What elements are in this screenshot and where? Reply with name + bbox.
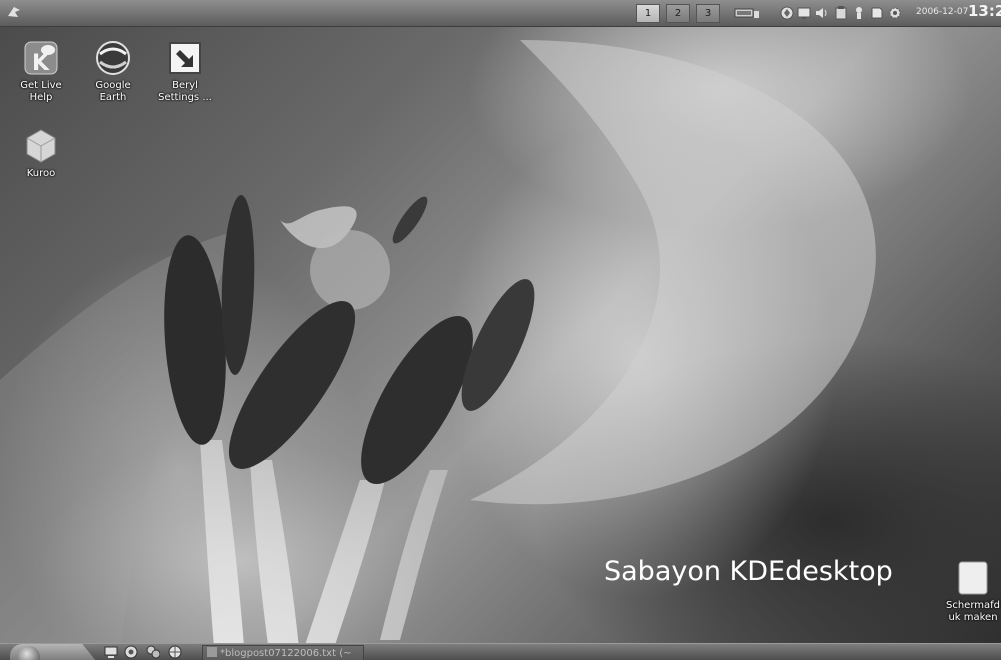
desktop-title: Sabayon KDEdesktop <box>604 556 893 587</box>
clock-time[interactable]: 13:25 <box>968 2 1001 20</box>
konqueror-icon[interactable] <box>124 645 138 659</box>
desktop-icon-beryl-settings[interactable]: Beryl Settings ... <box>152 40 218 104</box>
network-icon[interactable] <box>734 6 760 20</box>
software-icon[interactable] <box>146 645 160 659</box>
desktop-icon-label: Kuroo <box>26 168 56 179</box>
show-desktop-icon[interactable] <box>104 645 118 659</box>
desktop-icon-label: Schermafd uk maken <box>945 600 1000 623</box>
settings-icon[interactable] <box>888 6 902 20</box>
usb-icon[interactable] <box>852 6 866 20</box>
desktop-icon-label: Get Live Help <box>20 80 62 103</box>
kde-gear-icon[interactable] <box>6 4 22 20</box>
volume-icon[interactable] <box>814 6 828 20</box>
display-icon[interactable] <box>797 6 811 20</box>
desktop-icon-label: Google Earth <box>95 80 131 103</box>
live-help-icon: K <box>24 41 58 76</box>
task-label: *blogpost07122006.txt (~ <box>220 648 352 659</box>
desktop-icon-screenshot[interactable]: Schermafd uk maken <box>940 560 1001 624</box>
kuroo-icon <box>26 129 56 163</box>
screenshot-icon <box>958 561 988 595</box>
bottom-panel: *blogpost07122006.txt (~ <box>0 643 1001 660</box>
web-browser-icon[interactable] <box>168 645 182 659</box>
beryl-settings-icon <box>169 42 201 74</box>
google-earth-icon <box>96 41 130 75</box>
taskbar-task-blogpost[interactable]: *blogpost07122006.txt (~ <box>202 645 364 660</box>
clock-date[interactable]: 2006-12-07 <box>916 7 968 17</box>
virtual-desktop-3[interactable]: 3 <box>696 4 720 23</box>
desktop-icon-label: Beryl Settings ... <box>158 80 212 103</box>
notes-icon[interactable] <box>870 6 884 20</box>
desktop-icon-kuroo[interactable]: Kuroo <box>8 128 74 180</box>
kmenu-button[interactable] <box>10 644 96 660</box>
virtual-desktop-2[interactable]: 2 <box>666 4 690 23</box>
virtual-desktop-1[interactable]: 1 <box>636 4 660 23</box>
kmenu-orb-icon <box>18 646 40 660</box>
desktop-icon-get-live-help[interactable]: K Get Live Help <box>8 40 74 104</box>
clipboard-icon[interactable] <box>834 6 848 20</box>
desktop-screen[interactable]: 1 2 3 2006-12-07 13:2 K Get Live Help Go… <box>0 0 1001 660</box>
text-file-icon <box>207 647 217 657</box>
desktop-icon-google-earth[interactable]: Google Earth <box>80 40 146 104</box>
top-panel: 1 2 3 2006-12-07 13:2 <box>0 0 1001 27</box>
wifi-icon[interactable] <box>780 6 794 20</box>
